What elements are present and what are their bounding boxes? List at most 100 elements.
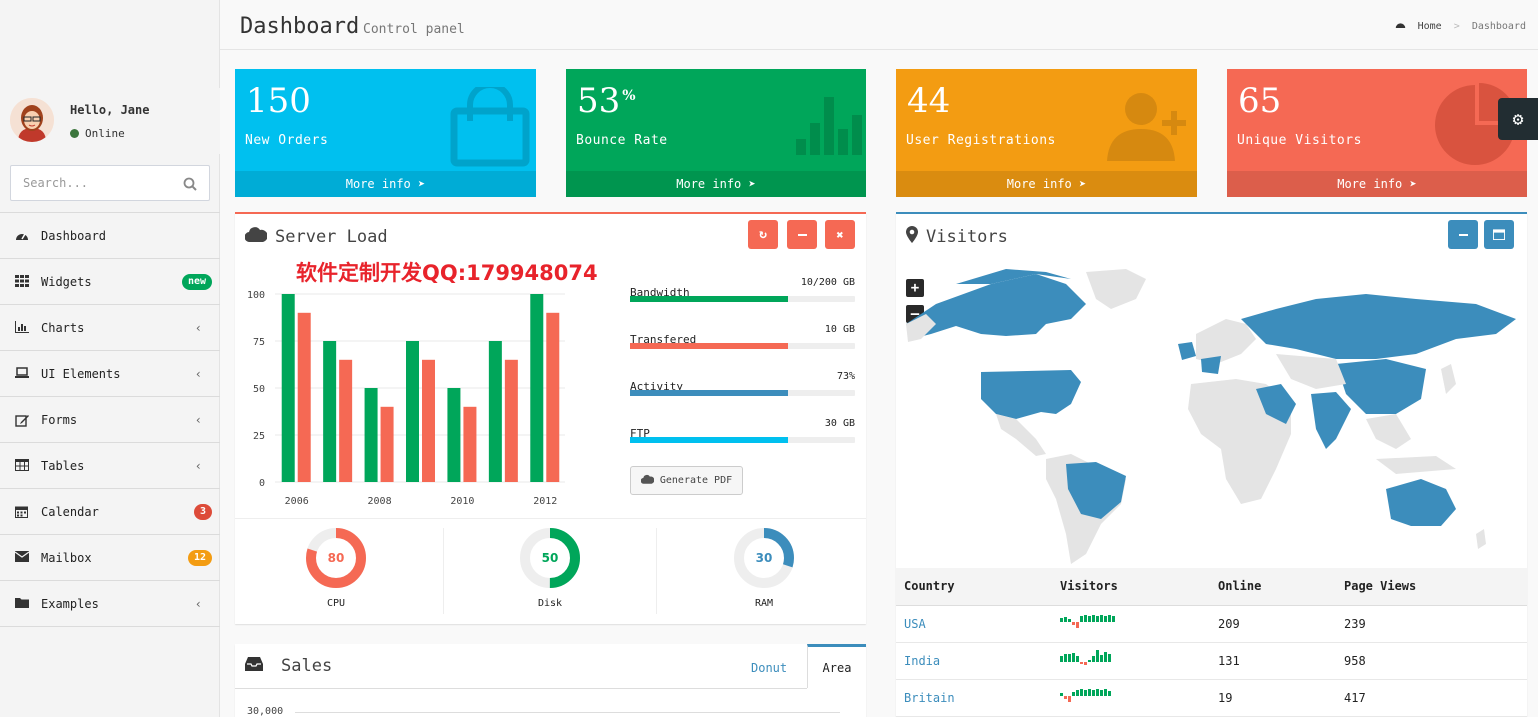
sidebar-menu: Dashboard Widgets new Charts ‹ UI Elemen… <box>0 212 220 627</box>
sidebar-item-label: Dashboard <box>41 228 107 243</box>
chart-bar <box>323 341 337 482</box>
calendar-button[interactable] <box>1484 220 1514 249</box>
chart-bar <box>281 294 295 482</box>
arrow-circle-right-icon: ➤ <box>1409 177 1417 191</box>
chart-bar <box>463 406 477 482</box>
more-info-link[interactable]: More info ➤ <box>896 171 1197 197</box>
chart-bar <box>422 359 435 482</box>
gauge-value: 30 <box>756 551 773 565</box>
chevron-left-icon: ‹ <box>194 597 202 611</box>
generate-pdf-button[interactable]: Generate PDF <box>630 466 743 495</box>
calendar-badge: 3 <box>193 504 212 520</box>
th-icon <box>15 274 31 289</box>
gauge-label: CPU <box>326 598 346 609</box>
sidebar-item-label: Widgets <box>41 274 92 289</box>
sidebar-item-calendar[interactable]: Calendar 3 <box>0 489 220 535</box>
divider <box>443 528 444 614</box>
stat-activity: Activity 73% <box>630 371 855 396</box>
world-map[interactable] <box>896 264 1527 564</box>
user-greeting: Hello, Jane <box>70 103 150 117</box>
sidebar-item-widgets[interactable]: Widgets new <box>0 259 220 305</box>
search-input[interactable] <box>11 166 171 200</box>
stat-label: Bounce Rate <box>576 133 668 148</box>
breadcrumb-home[interactable]: Home <box>1418 21 1442 32</box>
sidebar-item-label: Forms <box>41 412 78 427</box>
refresh-button[interactable]: ↻ <box>748 220 778 249</box>
arrow-circle-right-icon: ➤ <box>418 177 426 191</box>
avatar[interactable] <box>10 98 54 142</box>
tab-donut[interactable]: Donut <box>751 661 787 675</box>
bar-chart-icon <box>15 320 31 335</box>
envelope-icon <box>14 550 31 565</box>
search-icon[interactable] <box>183 176 197 195</box>
gauge-value: 50 <box>542 551 559 565</box>
gauge-ram: 30 RAM <box>732 526 796 609</box>
laptop-icon <box>15 366 31 381</box>
folder-icon <box>15 597 31 611</box>
divider <box>656 528 657 614</box>
map-marker-icon <box>906 226 918 247</box>
shopping-bag-icon <box>450 82 530 171</box>
more-info-link[interactable]: More info ➤ <box>566 171 866 197</box>
x-tick-label: 2010 <box>450 496 474 507</box>
sidebar: Hello, Jane Online Dashboard Widgets new… <box>0 0 220 717</box>
chart-bar <box>546 312 560 482</box>
sidebar-item-dashboard[interactable]: Dashboard <box>0 213 220 259</box>
sidebar-item-forms[interactable]: Forms ‹ <box>0 397 220 443</box>
chart-bar <box>297 312 311 482</box>
chart-bar <box>364 388 378 482</box>
y-tick-label: 50 <box>253 384 265 395</box>
gauge-label: Disk <box>537 598 563 609</box>
page-views-cell: 417 <box>1336 679 1527 717</box>
settings-toggle[interactable]: ⚙ <box>1498 98 1538 140</box>
table-header-row: Country Visitors Online Page Views <box>896 568 1527 606</box>
collapse-button[interactable] <box>787 220 817 249</box>
column-header: Visitors <box>1052 568 1210 606</box>
chart-bar <box>530 294 544 482</box>
inbox-icon <box>245 656 263 675</box>
table-row: Britain 19 417 <box>896 679 1527 717</box>
sidebar-item-label: UI Elements <box>41 366 121 381</box>
online-cell: 19 <box>1210 679 1336 717</box>
sidebar-item-tables[interactable]: Tables ‹ <box>0 443 220 489</box>
y-tick-label: 75 <box>253 337 265 348</box>
stat-label: User Registrations <box>906 133 1056 148</box>
tab-area[interactable]: Area <box>807 644 866 688</box>
user-plus-icon <box>1107 91 1191 165</box>
chart-bar <box>380 406 394 482</box>
breadcrumb-separator: > <box>1453 21 1460 32</box>
dashboard-icon <box>15 229 31 243</box>
country-link[interactable]: India <box>904 654 940 668</box>
sidebar-item-mailbox[interactable]: Mailbox 12 <box>0 535 220 581</box>
gauge-label: RAM <box>754 598 774 609</box>
y-tick-label: 25 <box>253 431 265 442</box>
page-title: Dashboard <box>240 14 360 39</box>
country-link[interactable]: USA <box>904 617 926 631</box>
minus-icon <box>797 233 807 236</box>
stat-box-unique-visitors: 65 Unique Visitors More info ➤ <box>1227 69 1527 197</box>
close-button[interactable]: ✖ <box>825 220 855 249</box>
transfered-bar <box>630 343 788 349</box>
online-dot-icon <box>70 129 79 138</box>
table-row: India 131 958 <box>896 642 1527 680</box>
more-info-link[interactable]: More info ➤ <box>235 171 536 197</box>
watermark-text: 软件定制开发QQ:179948074 <box>296 261 598 285</box>
dashboard-icon <box>1395 21 1406 32</box>
sidebar-item-ui-elements[interactable]: UI Elements ‹ <box>0 351 220 397</box>
more-info-link[interactable]: More info ➤ <box>1227 171 1527 197</box>
panel-title: Sales <box>281 656 333 676</box>
stat-value: 44 <box>907 81 951 121</box>
panel-title: Server Load <box>275 227 388 247</box>
y-tick-label: 0 <box>259 478 265 489</box>
sidebar-item-label: Charts <box>41 320 85 335</box>
stat-transfered: Transfered 10 GB <box>630 324 855 349</box>
stat-box-bounce-rate: 53% Bounce Rate More info ➤ <box>566 69 866 197</box>
country-link[interactable]: Britain <box>904 691 955 705</box>
collapse-button[interactable] <box>1448 220 1478 249</box>
visitors-panel: Visitors + – Country Visitors Online Pag… <box>896 212 1527 717</box>
sidebar-item-charts[interactable]: Charts ‹ <box>0 305 220 351</box>
sidebar-item-examples[interactable]: Examples ‹ <box>0 581 220 627</box>
chart-bar <box>339 359 353 482</box>
stat-value: 65 <box>1238 81 1282 121</box>
stat-box-user-registrations: 44 User Registrations More info ➤ <box>896 69 1197 197</box>
